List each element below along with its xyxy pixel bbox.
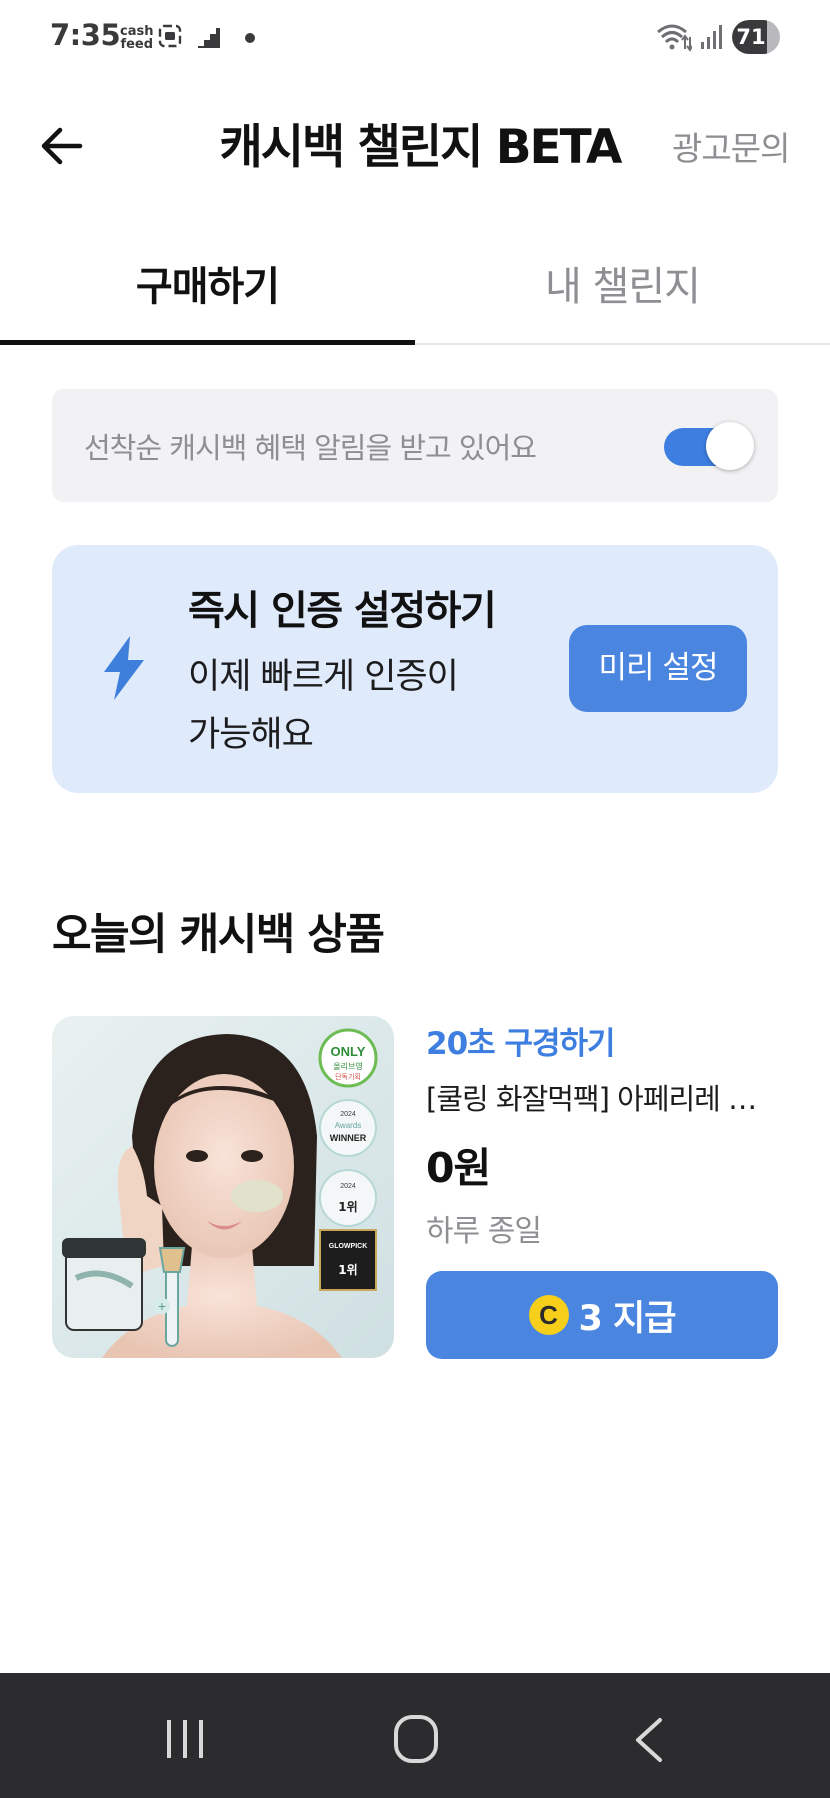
instant-verify-description: 이제 빠르게 인증이 가능해요: [188, 648, 488, 764]
wifi-icon: [657, 24, 692, 52]
system-back-button[interactable]: [632, 1716, 664, 1764]
badge-only-sub: 올리브영: [333, 1061, 362, 1071]
recent-apps-button[interactable]: [163, 1718, 207, 1760]
coin-icon: C: [528, 1295, 569, 1335]
badge-awards-year: 2024: [340, 1111, 356, 1118]
badge-rank-year: 2024: [340, 1183, 356, 1190]
screenshot-status-icon: [158, 24, 182, 48]
signal-icon: [701, 25, 722, 49]
product-duration: 하루 종일: [426, 1214, 542, 1249]
steps-status-icon: [198, 28, 220, 48]
notification-dot-icon: [245, 33, 255, 43]
instant-verify-desc-line2: 가능해요: [188, 715, 314, 755]
battery-level: 71: [736, 25, 766, 49]
cashfeed-status-icon: cash feed: [120, 25, 153, 51]
lightning-bolt-icon: [104, 636, 144, 700]
svg-text:+: +: [158, 1298, 166, 1314]
status-time: 7:35: [50, 18, 121, 52]
battery-icon: 71: [732, 20, 780, 54]
cashfeed-label-bottom: feed: [120, 37, 154, 52]
instant-verify-title: 즉시 인증 설정하기: [188, 588, 497, 634]
instant-verify-desc-line1: 이제 빠르게 인증이: [188, 657, 459, 697]
product-name[interactable]: [쿨링 화잘먹팩] 아페리레 …: [426, 1076, 770, 1118]
active-tab-indicator: [0, 340, 415, 345]
product-price: 0원: [426, 1144, 491, 1192]
product-photo-illustration: + ONLY 올리브영 단독기획 2024 Awards WINNER 2024…: [52, 1016, 394, 1358]
badge-only-text: ONLY: [331, 1044, 366, 1059]
badge-glowpick: GLOWPICK: [329, 1243, 368, 1250]
section-title: 오늘의 캐시백 상품: [52, 910, 385, 960]
home-button[interactable]: [393, 1714, 439, 1764]
product-image[interactable]: + ONLY 올리브영 단독기획 2024 Awards WINNER 2024…: [52, 1016, 394, 1358]
badge-rank: 1위: [338, 1200, 357, 1214]
badge-glowpick-rank: 1위: [338, 1263, 357, 1277]
toggle-knob: [706, 422, 754, 470]
badge-awards-winner: WINNER: [330, 1133, 367, 1143]
page-title: 캐시백 챌린지 BETA: [219, 120, 623, 175]
badge-awards-name: Awards: [335, 1121, 362, 1130]
tab-my-challenge[interactable]: 내 챌린지: [415, 254, 830, 312]
notification-setting-label: 선착순 캐시백 혜택 알림을 받고 있어요: [84, 431, 537, 465]
reward-button-label: 3 지급: [578, 1298, 677, 1339]
preset-button[interactable]: 미리 설정: [569, 625, 747, 712]
notification-toggle[interactable]: [664, 422, 754, 470]
ad-inquiry-link[interactable]: 광고문의: [672, 122, 790, 170]
reward-button[interactable]: C 3 지급: [426, 1271, 778, 1359]
badge-only-sub2: 단독기획: [335, 1072, 361, 1081]
back-button[interactable]: [36, 120, 88, 172]
product-browse-tag: 20초 구경하기: [426, 1026, 616, 1062]
tab-purchase[interactable]: 구매하기: [0, 254, 415, 312]
